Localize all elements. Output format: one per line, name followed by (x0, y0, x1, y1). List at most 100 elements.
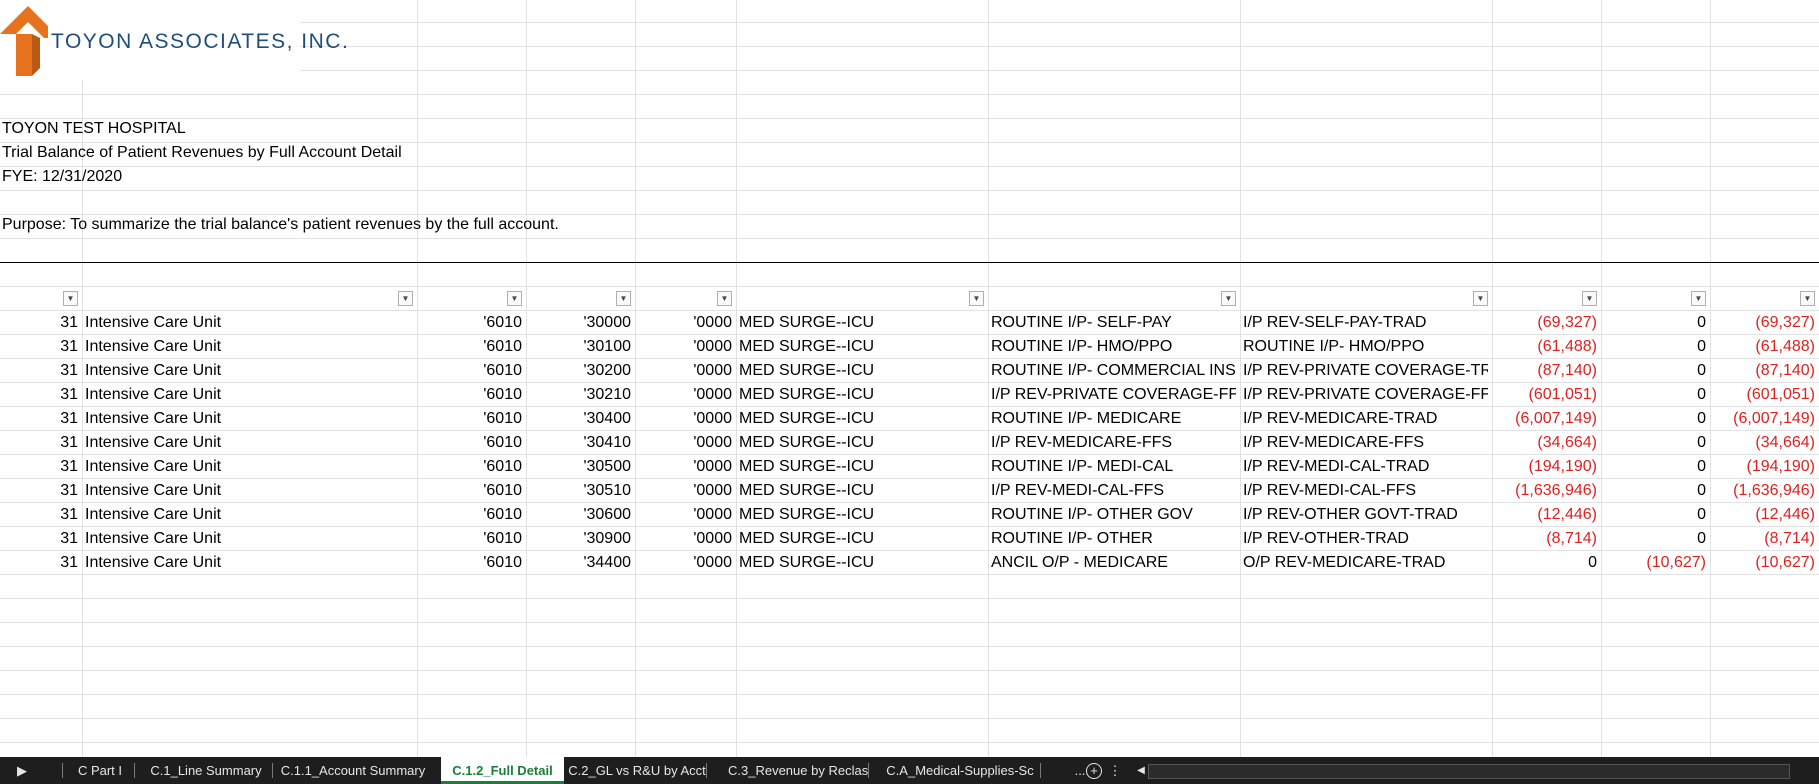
cell-sub-account-desc[interactable]: I/P REV-SELF-PAY-TRAD (1243, 311, 1488, 335)
cell-dept[interactable]: '6010 (420, 551, 522, 575)
cell-account-desc[interactable]: I/P REV-PRIVATE COVERAGE-FFS (991, 383, 1236, 407)
sheet-tab[interactable]: C.1.2_Full Detail (441, 757, 564, 784)
cell-line-description[interactable]: Intensive Care Unit (85, 551, 413, 575)
cell-line[interactable]: 31 (3, 551, 78, 575)
cell-account-desc[interactable]: ROUTINE I/P- MEDICARE (991, 407, 1236, 431)
cell-col6[interactable]: (69,327) (1495, 311, 1597, 335)
cell-account[interactable]: '30410 (529, 431, 631, 455)
cell-account-desc[interactable]: ROUTINE I/P- OTHER (991, 527, 1236, 551)
horizontal-scrollbar[interactable] (1148, 764, 1790, 779)
cell-col7[interactable]: 0 (1604, 479, 1706, 503)
cell-total[interactable]: (6,007,149) (1713, 407, 1815, 431)
cell-dept[interactable]: '6010 (420, 455, 522, 479)
cell-account-desc[interactable]: ANCIL O/P - MEDICARE (991, 551, 1236, 575)
cell-dept-desc[interactable]: MED SURGE--ICU (739, 551, 984, 575)
sheet-tab[interactable]: C.3_Revenue by Reclass (728, 757, 868, 784)
cell-line[interactable]: 31 (3, 431, 78, 455)
cell-dept[interactable]: '6010 (420, 503, 522, 527)
cell-line[interactable]: 31 (3, 455, 78, 479)
cell-sub-account-desc[interactable]: I/P REV-PRIVATE COVERAGE-FFS (1243, 383, 1488, 407)
cell-dept-desc[interactable]: MED SURGE--ICU (739, 407, 984, 431)
cell-dept-desc[interactable]: MED SURGE--ICU (739, 479, 984, 503)
cell-line-description[interactable]: Intensive Care Unit (85, 311, 413, 335)
cell-col7[interactable]: 0 (1604, 335, 1706, 359)
cell-dept[interactable]: '6010 (420, 479, 522, 503)
cell-account[interactable]: '30500 (529, 455, 631, 479)
cell-dept-desc[interactable]: MED SURGE--ICU (739, 359, 984, 383)
cell-line-description[interactable]: Intensive Care Unit (85, 359, 413, 383)
cell-account[interactable]: '30600 (529, 503, 631, 527)
cell-sub-account-desc[interactable]: I/P REV-OTHER-TRAD (1243, 527, 1488, 551)
filter-dropdown-icon[interactable]: ▼ (616, 291, 631, 306)
cell-total[interactable]: (61,488) (1713, 335, 1815, 359)
cell-col6[interactable]: (601,051) (1495, 383, 1598, 407)
cell-dept-desc[interactable]: MED SURGE--ICU (739, 503, 984, 527)
cell-account[interactable]: '30200 (529, 359, 631, 383)
cell-col6[interactable]: (34,664) (1495, 431, 1597, 455)
cell-line[interactable]: 31 (3, 311, 78, 335)
cell-account[interactable]: '30510 (529, 479, 631, 503)
cell-account-desc[interactable]: ROUTINE I/P- HMO/PPO (991, 335, 1236, 359)
cell-account[interactable]: '30900 (529, 527, 631, 551)
cell-dept[interactable]: '6010 (420, 407, 522, 431)
cell-sub-account[interactable]: '0000 (638, 455, 732, 479)
cell-sub-account[interactable]: '0000 (638, 359, 732, 383)
cell-sub-account-desc[interactable]: I/P REV-MEDICARE-TRAD (1243, 407, 1488, 431)
cell-col6[interactable]: (6,007,149) (1495, 407, 1597, 431)
cell-line-description[interactable]: Intensive Care Unit (85, 407, 413, 431)
cell-col7[interactable]: 0 (1604, 503, 1706, 527)
cell-total[interactable]: (87,140) (1713, 359, 1815, 383)
cell-line-description[interactable]: Intensive Care Unit (85, 527, 413, 551)
more-options-icon[interactable]: ⋮ (1105, 757, 1125, 784)
cell-dept[interactable]: '6010 (420, 359, 522, 383)
cell-sub-account[interactable]: '0000 (638, 503, 732, 527)
cell-dept[interactable]: '6010 (420, 527, 522, 551)
cell-total[interactable]: (8,714) (1713, 527, 1815, 551)
cell-total[interactable]: (194,190) (1713, 455, 1816, 479)
cell-total[interactable]: (601,051) (1713, 383, 1816, 407)
cell-col7[interactable]: 0 (1604, 311, 1706, 335)
filter-dropdown-icon[interactable]: ▼ (507, 291, 522, 306)
cell-line[interactable]: 31 (3, 383, 78, 407)
cell-line[interactable]: 31 (3, 359, 78, 383)
cell-col6[interactable]: (8,714) (1495, 527, 1597, 551)
cell-account[interactable]: '30100 (529, 335, 631, 359)
cell-account-desc[interactable]: ROUTINE I/P- SELF-PAY (991, 311, 1236, 335)
cell-dept-desc[interactable]: MED SURGE--ICU (739, 383, 984, 407)
filter-dropdown-icon[interactable]: ▼ (717, 291, 732, 306)
cell-line[interactable]: 31 (3, 527, 78, 551)
cell-line-description[interactable]: Intensive Care Unit (85, 479, 413, 503)
filter-dropdown-icon[interactable]: ▼ (1800, 291, 1815, 306)
cell-sub-account[interactable]: '0000 (638, 551, 732, 575)
cell-sub-account-desc[interactable]: I/P REV-MEDI-CAL-TRAD (1243, 455, 1488, 479)
cell-col7[interactable]: 0 (1604, 527, 1706, 551)
cell-dept[interactable]: '6010 (420, 431, 522, 455)
sheet-tab[interactable]: C.1_Line Summary (140, 757, 272, 784)
cell-total[interactable]: (1,636,946) (1713, 479, 1815, 503)
cell-sub-account[interactable]: '0000 (638, 527, 732, 551)
cell-line[interactable]: 31 (3, 335, 78, 359)
cell-dept-desc[interactable]: MED SURGE--ICU (739, 455, 984, 479)
cell-line-description[interactable]: Intensive Care Unit (85, 503, 413, 527)
cell-sub-account[interactable]: '0000 (638, 431, 732, 455)
cell-col7[interactable]: 0 (1604, 407, 1706, 431)
sheet-tab[interactable]: C.2_GL vs R&U by Acct (568, 757, 706, 784)
cell-line-description[interactable]: Intensive Care Unit (85, 431, 413, 455)
cell-sub-account-desc[interactable]: I/P REV-OTHER GOVT-TRAD (1243, 503, 1488, 527)
filter-dropdown-icon[interactable]: ▼ (1221, 291, 1236, 306)
cell-line-description[interactable]: Intensive Care Unit (85, 383, 413, 407)
cell-account[interactable]: '34400 (529, 551, 631, 575)
cell-total[interactable]: (12,446) (1713, 503, 1815, 527)
cell-account[interactable]: '30210 (529, 383, 631, 407)
cell-col7[interactable]: 0 (1604, 431, 1706, 455)
cell-col7[interactable]: 0 (1604, 383, 1706, 407)
cell-sub-account[interactable]: '0000 (638, 383, 732, 407)
cell-account-desc[interactable]: ROUTINE I/P- OTHER GOV (991, 503, 1236, 527)
cell-col6[interactable]: 0 (1495, 551, 1597, 575)
cell-account-desc[interactable]: I/P REV-MEDICARE-FFS (991, 431, 1236, 455)
cell-sub-account[interactable]: '0000 (638, 335, 732, 359)
cell-line[interactable]: 31 (3, 479, 78, 503)
sheet-tab[interactable]: C.1.1_Account Summary (275, 757, 431, 784)
cell-account[interactable]: '30400 (529, 407, 631, 431)
cell-sub-account[interactable]: '0000 (638, 479, 732, 503)
